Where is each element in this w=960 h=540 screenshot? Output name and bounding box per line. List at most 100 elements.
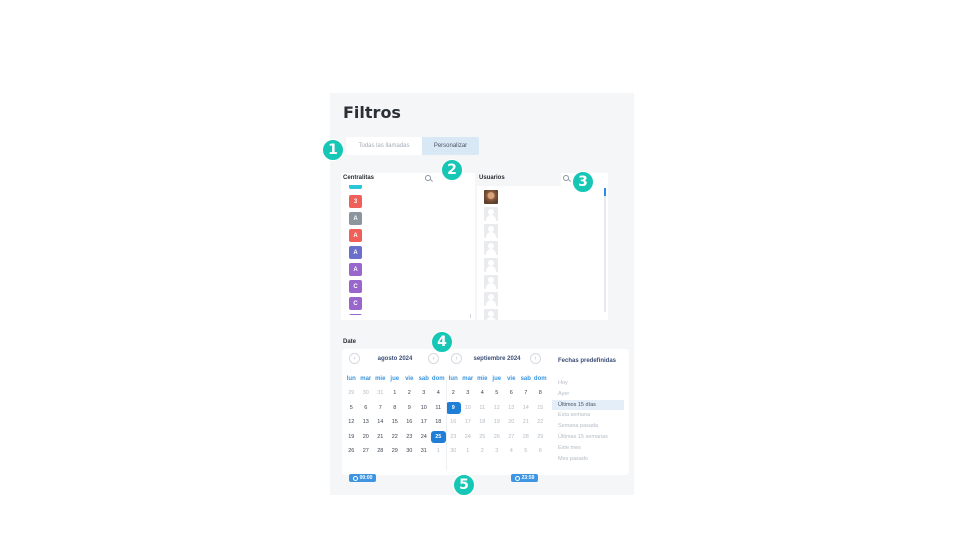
calendar-day[interactable]: 7	[519, 387, 534, 399]
centralita-item[interactable]: C	[349, 280, 362, 293]
calendar-day[interactable]: 24	[417, 431, 432, 443]
calendar-day[interactable]: 20	[359, 431, 374, 443]
calendar-day[interactable]: 1	[431, 445, 446, 457]
preset-option[interactable]: Últimos 15 días	[552, 399, 624, 410]
end-time-chip[interactable]: 23:59	[511, 474, 538, 482]
calendar-day[interactable]: 21	[519, 416, 534, 428]
calendar-day[interactable]: 11	[431, 402, 446, 414]
calendar-day[interactable]: 16	[446, 416, 461, 428]
calendar-day[interactable]: 28	[519, 431, 534, 443]
calendar-day[interactable]: 18	[475, 416, 490, 428]
calendar-day[interactable]: 5	[490, 387, 505, 399]
centralitas-list[interactable]: 3AAAACC	[349, 185, 363, 315]
calendar-day[interactable]: 30	[402, 445, 417, 457]
calendar-day[interactable]: 15	[533, 402, 548, 414]
calendar-day[interactable]: 2	[402, 387, 417, 399]
calendar-day[interactable]: 4	[431, 387, 446, 399]
calendar-day[interactable]: 23	[446, 431, 461, 443]
calendar-day[interactable]: 14	[373, 416, 388, 428]
calendar-day[interactable]: 14	[519, 402, 534, 414]
user-avatar[interactable]	[484, 190, 498, 204]
calendar-day[interactable]: 4	[475, 387, 490, 399]
calendar-day[interactable]: 10	[461, 402, 476, 414]
preset-option[interactable]: Este mes	[552, 443, 624, 453]
calendar-day[interactable]: 26	[490, 431, 505, 443]
usuarios-scrollbar-thumb[interactable]	[604, 188, 606, 196]
calendar-day[interactable]: 29	[533, 431, 548, 443]
calendar-day[interactable]: 2	[446, 387, 461, 399]
calendar-day[interactable]: 19	[344, 431, 359, 443]
usuarios-list[interactable]	[484, 190, 498, 320]
calendar-day[interactable]: 24	[461, 431, 476, 443]
calendar-day[interactable]: 8	[388, 402, 403, 414]
calendar-day[interactable]: 2	[475, 445, 490, 457]
calendar-day[interactable]: 22	[388, 431, 403, 443]
user-avatar[interactable]	[484, 241, 498, 255]
centralita-item[interactable]	[349, 185, 362, 189]
calendar-day[interactable]: 9	[446, 401, 461, 414]
calendar-day[interactable]: 6	[533, 445, 548, 457]
calendar-day[interactable]: 29	[388, 445, 403, 457]
user-avatar[interactable]	[484, 275, 498, 289]
calendar-day[interactable]: 1	[461, 445, 476, 457]
centralita-item[interactable]: C	[349, 297, 362, 310]
user-avatar[interactable]	[484, 292, 498, 306]
centralita-item[interactable]: 3	[349, 195, 362, 208]
calendar-day[interactable]: 11	[475, 402, 490, 414]
usuarios-search-icon[interactable]	[563, 175, 571, 183]
calendar-day[interactable]: 13	[359, 416, 374, 428]
tab-personalizar[interactable]: Personalizar	[422, 137, 479, 155]
calendar-day[interactable]: 27	[359, 445, 374, 457]
calendar-day[interactable]: 19	[490, 416, 505, 428]
centralita-item[interactable]: A	[349, 263, 362, 276]
centralita-item[interactable]	[349, 314, 362, 315]
next-month-arrow-icon[interactable]: ›	[428, 353, 439, 364]
next-month-arrow-icon[interactable]: ›	[530, 353, 541, 364]
calendar-day[interactable]: 6	[359, 402, 374, 414]
calendar-day[interactable]: 20	[504, 416, 519, 428]
calendar-day[interactable]: 10	[417, 402, 432, 414]
calendar-day[interactable]: 30	[446, 445, 461, 457]
calendar-day[interactable]: 26	[344, 445, 359, 457]
calendar-day[interactable]: 9	[402, 402, 417, 414]
usuarios-scrollbar-track[interactable]	[604, 188, 606, 312]
calendar-day[interactable]: 21	[373, 431, 388, 443]
calendar-day[interactable]: 3	[490, 445, 505, 457]
centralitas-search-icon[interactable]	[425, 175, 433, 183]
calendar-day[interactable]: 16	[402, 416, 417, 428]
calendar-day[interactable]: 22	[533, 416, 548, 428]
calendar-day[interactable]: 17	[417, 416, 432, 428]
calendar-day[interactable]: 13	[504, 402, 519, 414]
calendar-day[interactable]: 3	[461, 387, 476, 399]
calendar-day[interactable]: 12	[344, 416, 359, 428]
preset-option[interactable]: Mes pasado	[552, 454, 624, 464]
preset-option[interactable]: Semana pasada	[552, 421, 624, 431]
centralita-item[interactable]: A	[349, 212, 362, 225]
calendar-day[interactable]: 15	[388, 416, 403, 428]
calendar-day[interactable]: 28	[373, 445, 388, 457]
calendar-day[interactable]: 12	[490, 402, 505, 414]
centralita-item[interactable]: A	[349, 246, 362, 259]
centralita-item[interactable]: A	[349, 229, 362, 242]
preset-option[interactable]: Esta semana	[552, 410, 624, 420]
user-avatar[interactable]	[484, 258, 498, 272]
calendar-day[interactable]: 18	[431, 416, 446, 428]
calendar-day[interactable]: 5	[519, 445, 534, 457]
calendar-day[interactable]: 23	[402, 431, 417, 443]
calendar-day[interactable]: 31	[417, 445, 432, 457]
calendar-day[interactable]: 5	[344, 402, 359, 414]
calendar-day[interactable]: 25	[431, 430, 446, 443]
preset-option[interactable]: Últimas 15 semanas	[552, 432, 624, 442]
tab-todas-las-llamadas[interactable]: Todas las llamadas	[346, 137, 422, 155]
user-avatar[interactable]	[484, 224, 498, 238]
preset-option[interactable]: Hoy	[552, 378, 624, 388]
calendar-day[interactable]: 30	[359, 387, 374, 399]
calendar-day[interactable]: 25	[475, 431, 490, 443]
centralitas-resize-handle[interactable]	[470, 314, 471, 318]
calendar-day[interactable]: 7	[373, 402, 388, 414]
calendar-day[interactable]: 3	[417, 387, 432, 399]
calendar-day[interactable]: 29	[344, 387, 359, 399]
calendar-day[interactable]: 27	[504, 431, 519, 443]
calendar-day[interactable]: 4	[504, 445, 519, 457]
calendar-day[interactable]: 31	[373, 387, 388, 399]
